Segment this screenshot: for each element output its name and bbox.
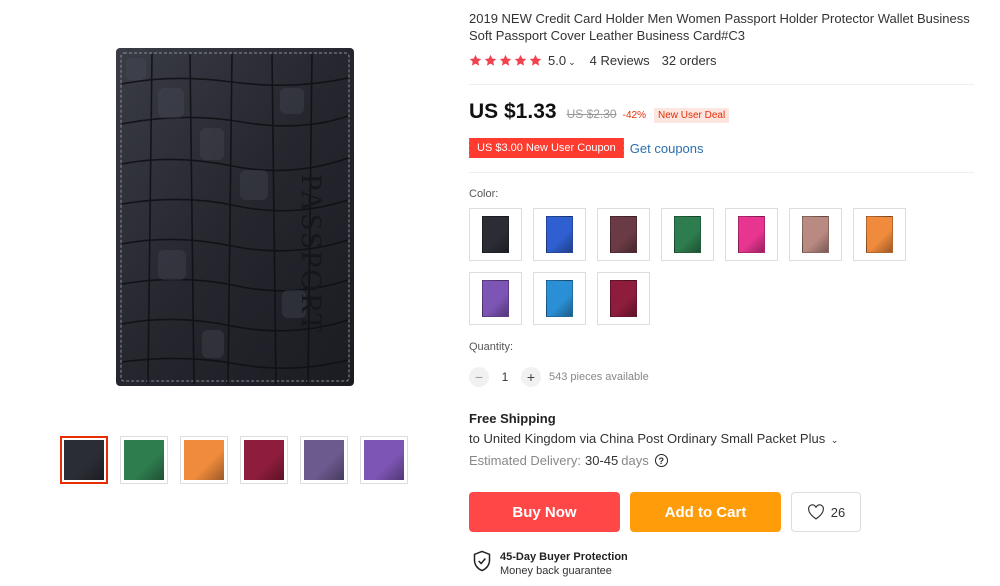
color-swatch[interactable] — [533, 272, 586, 325]
shipping-destination: to United Kingdom via China Post Ordinar… — [469, 431, 826, 446]
buyer-protection: 45-Day Buyer Protection Money back guara… — [472, 550, 628, 578]
color-swatch[interactable] — [597, 208, 650, 261]
color-swatch[interactable] — [725, 208, 778, 261]
wishlist-button[interactable]: 26 — [791, 492, 861, 532]
action-buttons: Buy Now Add to Cart 26 — [469, 492, 861, 532]
buy-now-button[interactable]: Buy Now — [469, 492, 620, 532]
main-product-image: PASSPORT — [112, 44, 358, 390]
reviews-link[interactable]: 4 Reviews — [590, 53, 650, 68]
color-swatch-grid — [469, 208, 906, 325]
swatch-image — [738, 216, 765, 253]
chevron-down-icon: ⌄ — [568, 57, 576, 67]
quantity-label: Quantity: — [469, 341, 514, 353]
product-title: 2019 NEW Credit Card Holder Men Women Pa… — [469, 11, 970, 43]
star-icon — [514, 54, 527, 66]
color-swatch[interactable] — [469, 208, 522, 261]
estimated-delivery: Estimated Delivery: 30-45 days ? — [469, 453, 668, 468]
star-icon — [529, 54, 542, 66]
color-swatch[interactable] — [469, 272, 522, 325]
thumbnail-1[interactable] — [60, 436, 108, 484]
eta-unit: days — [621, 453, 649, 468]
coupon-row: US $3.00 New User Coupon Get coupons — [467, 138, 704, 158]
swatch-image — [546, 280, 573, 317]
thumbnail-5[interactable] — [300, 436, 348, 484]
protection-title: 45-Day Buyer Protection — [500, 551, 628, 563]
swatch-image — [610, 216, 637, 253]
thumbnail-image — [184, 440, 224, 480]
rating-score-dropdown[interactable]: 5.0 ⌄ — [548, 53, 576, 68]
quantity-stepper: − 1 + 543 pieces available — [469, 367, 649, 387]
price-row: US $1.33 US $2.30 -42% New User Deal — [469, 100, 730, 124]
decrease-quantity-button[interactable]: − — [469, 367, 489, 387]
wishlist-count: 26 — [830, 504, 846, 520]
heart-icon — [807, 504, 824, 520]
pieces-available: 543 pieces available — [549, 371, 649, 383]
eta-label: Estimated Delivery: — [469, 453, 581, 468]
protection-subtitle: Money back guarantee — [500, 565, 612, 577]
rating-row: 5.0 ⌄ 4 Reviews 32 orders — [469, 53, 717, 68]
star-icon — [469, 54, 482, 66]
swatch-image — [546, 216, 573, 253]
new-user-deal-badge: New User Deal — [653, 108, 730, 123]
discount-badge: -42% — [622, 110, 646, 121]
color-swatch[interactable] — [789, 208, 842, 261]
thumbnail-image — [244, 440, 284, 480]
star-icon — [484, 54, 497, 66]
quantity-value[interactable]: 1 — [489, 370, 521, 384]
add-to-cart-button[interactable]: Add to Cart — [630, 492, 781, 532]
thumbnail-6[interactable] — [360, 436, 408, 484]
passport-emboss-text: PASSPORT — [295, 174, 328, 334]
original-price: US $2.30 — [566, 107, 617, 121]
divider — [469, 172, 974, 173]
swatch-image — [482, 216, 509, 253]
thumbnail-2[interactable] — [120, 436, 168, 484]
shipping-method-dropdown[interactable]: to United Kingdom via China Post Ordinar… — [469, 431, 838, 446]
help-icon[interactable]: ? — [654, 454, 668, 467]
color-label: Color: — [469, 188, 499, 200]
thumbnail-image — [64, 440, 104, 480]
swatch-image — [482, 280, 509, 317]
swatch-image — [866, 216, 893, 253]
eta-value: 30-45 — [584, 453, 619, 468]
color-swatch[interactable] — [661, 208, 714, 261]
swatch-image — [610, 280, 637, 317]
shield-check-icon — [473, 550, 491, 572]
color-swatch[interactable] — [533, 208, 586, 261]
shipping-title: Free Shipping — [469, 411, 556, 426]
color-swatch[interactable] — [597, 272, 650, 325]
star-icon — [499, 54, 512, 66]
increase-quantity-button[interactable]: + — [521, 367, 541, 387]
thumbnail-image — [304, 440, 344, 480]
chevron-down-icon: ⌄ — [830, 435, 839, 445]
current-price: US $1.33 — [469, 100, 557, 123]
get-coupons-link[interactable]: Get coupons — [630, 141, 704, 156]
color-swatch[interactable] — [853, 208, 906, 261]
rating-stars — [469, 54, 542, 67]
orders-count: 32 orders — [661, 53, 717, 68]
thumbnail-image — [364, 440, 404, 480]
coupon-badge: US $3.00 New User Coupon — [467, 138, 624, 158]
swatch-image — [802, 216, 829, 253]
thumbnail-strip — [60, 436, 408, 484]
swatch-image — [674, 216, 701, 253]
rating-score: 5.0 — [548, 53, 567, 68]
thumbnail-4[interactable] — [240, 436, 288, 484]
divider — [469, 84, 974, 85]
thumbnail-3[interactable] — [180, 436, 228, 484]
thumbnail-image — [124, 440, 164, 480]
